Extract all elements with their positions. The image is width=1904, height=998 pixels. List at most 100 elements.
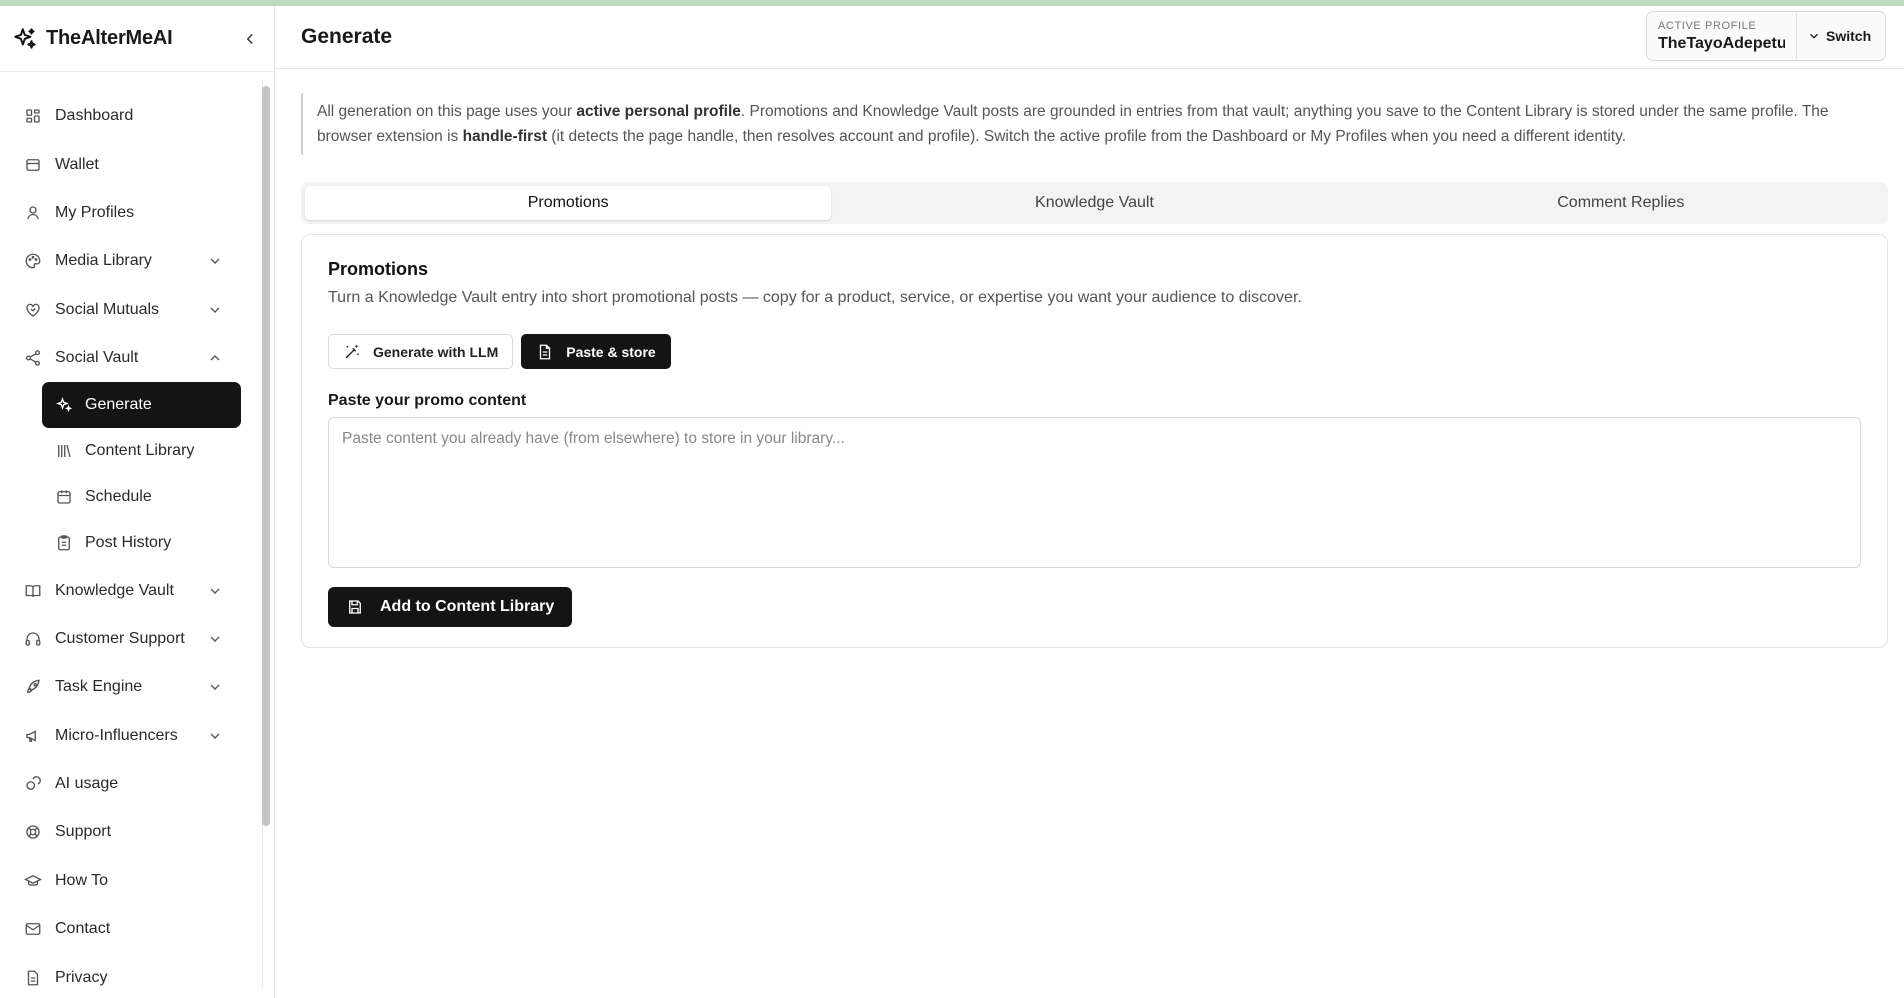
sidebar-item-label: Knowledge Vault bbox=[55, 581, 174, 599]
sparkles-logo-icon bbox=[12, 26, 38, 52]
sidebar-item-label: Privacy bbox=[55, 968, 108, 986]
mode-toggle: Generate with LLM Paste & store bbox=[328, 334, 1861, 369]
sidebar-item-customer-support[interactable]: Customer Support bbox=[0, 615, 245, 663]
sidebar-item-social-mutuals[interactable]: Social Mutuals bbox=[0, 286, 245, 334]
collapse-sidebar-button[interactable] bbox=[238, 27, 262, 51]
scrollbar-thumb[interactable] bbox=[262, 86, 270, 826]
active-profile-info: ACTIVE PROFILE TheTayoAdepetu bbox=[1647, 12, 1797, 60]
generate-with-llm-button[interactable]: Generate with LLM bbox=[328, 334, 514, 369]
mode-label: Generate with LLM bbox=[373, 343, 499, 360]
sidebar-item-label: AI usage bbox=[55, 775, 119, 793]
share-icon bbox=[22, 347, 44, 369]
megaphone-icon bbox=[22, 725, 44, 747]
file-icon bbox=[22, 967, 44, 989]
chevron-down-icon bbox=[207, 253, 223, 269]
clipboard-icon bbox=[54, 533, 74, 553]
sidebar-item-media-library[interactable]: Media Library bbox=[0, 237, 245, 285]
sidebar-item-label: Social Mutuals bbox=[55, 300, 160, 318]
sidebar-item-micro-influencers[interactable]: Micro-Influencers bbox=[0, 712, 245, 760]
sidebar-item-support[interactable]: Support bbox=[0, 808, 245, 856]
chevron-left-icon bbox=[246, 33, 253, 44]
sidebar-item-contact[interactable]: Contact bbox=[0, 905, 245, 953]
tab-promotions[interactable]: Promotions bbox=[305, 186, 832, 220]
chevron-down-icon bbox=[207, 302, 223, 318]
add-button-label: Add to Content Library bbox=[380, 598, 555, 615]
sidebar-subitem-schedule[interactable]: Schedule bbox=[42, 474, 241, 520]
sidebar-item-label: Contact bbox=[55, 920, 111, 938]
sidebar-item-label: Media Library bbox=[55, 252, 152, 270]
sidebar-subitem-content-library[interactable]: Content Library bbox=[42, 428, 241, 474]
sidebar-item-label: How To bbox=[55, 871, 109, 889]
sidebar-item-how-to[interactable]: How To bbox=[0, 857, 245, 905]
sidebar-item-social-vault[interactable]: Social Vault bbox=[0, 334, 245, 382]
generate-tabs: Promotions Knowledge Vault Comment Repli… bbox=[301, 182, 1888, 224]
headset-icon bbox=[22, 628, 44, 650]
grid-icon bbox=[22, 105, 44, 127]
chevron-down-icon bbox=[207, 631, 223, 647]
sparkles-icon bbox=[54, 395, 74, 415]
graduation-cap-icon bbox=[22, 870, 44, 892]
sidebar-item-ai-usage[interactable]: AI usage bbox=[0, 760, 245, 808]
mode-label: Paste & store bbox=[566, 343, 656, 360]
sidebar-item-label: Social Vault bbox=[55, 349, 139, 367]
wallet-icon bbox=[22, 154, 44, 176]
sidebar-subitem-post-history[interactable]: Post History bbox=[42, 520, 241, 566]
sidebar-item-label: Post History bbox=[85, 534, 172, 552]
chevron-up-icon bbox=[207, 350, 223, 366]
sidebar-item-label: Schedule bbox=[85, 488, 152, 506]
notice-text-3: (it detects the page handle, then resolv… bbox=[547, 128, 1626, 145]
sidebar-item-label: Dashboard bbox=[55, 107, 134, 125]
sidebar-item-label: Wallet bbox=[55, 155, 99, 173]
page-header: Generate ACTIVE PROFILE TheTayoAdepetu S… bbox=[275, 6, 1904, 69]
sidebar-item-my-profiles[interactable]: My Profiles bbox=[0, 189, 245, 237]
notice-bold-active-profile: active personal profile bbox=[576, 103, 741, 120]
user-icon bbox=[22, 202, 44, 224]
promo-content-textarea[interactable] bbox=[328, 417, 1861, 568]
chevron-down-icon bbox=[1807, 29, 1821, 43]
card-title: Promotions bbox=[328, 259, 429, 279]
chevron-down-icon bbox=[207, 679, 223, 695]
sidebar-item-knowledge-vault[interactable]: Knowledge Vault bbox=[0, 566, 245, 614]
mail-icon bbox=[22, 918, 44, 940]
sidebar: TheAlterMeAI Dashboard Wallet My Profile… bbox=[0, 6, 275, 998]
calendar-icon bbox=[54, 487, 74, 507]
main-content: All generation on this page uses your ac… bbox=[301, 93, 1888, 648]
active-profile-label: ACTIVE PROFILE bbox=[1658, 19, 1757, 32]
switch-profile-button[interactable]: Switch bbox=[1797, 28, 1881, 44]
sidebar-item-wallet[interactable]: Wallet bbox=[0, 140, 245, 188]
brand-header: TheAlterMeAI bbox=[0, 6, 274, 72]
promotions-card: Promotions Turn a Knowledge Vault entry … bbox=[301, 234, 1888, 648]
page-title: Generate bbox=[301, 25, 393, 48]
paste-and-store-button[interactable]: Paste & store bbox=[521, 334, 671, 369]
sidebar-nav: Dashboard Wallet My Profiles Media Libra… bbox=[0, 72, 274, 998]
sidebar-item-label: Task Engine bbox=[55, 678, 143, 696]
sidebar-subitem-generate[interactable]: Generate bbox=[42, 382, 241, 429]
add-to-content-library-button[interactable]: Add to Content Library bbox=[328, 587, 573, 627]
promo-content-label: Paste your promo content bbox=[328, 392, 527, 409]
sidebar-item-label: Micro-Influencers bbox=[55, 726, 178, 744]
info-notice: All generation on this page uses your ac… bbox=[301, 93, 1886, 155]
library-icon bbox=[54, 441, 74, 461]
sidebar-item-task-engine[interactable]: Task Engine bbox=[0, 663, 245, 711]
sidebar-item-privacy[interactable]: Privacy bbox=[0, 953, 245, 998]
book-icon bbox=[22, 580, 44, 602]
document-icon bbox=[536, 343, 554, 361]
card-description: Turn a Knowledge Vault entry into short … bbox=[328, 289, 1302, 306]
rocket-icon bbox=[22, 676, 44, 698]
notice-text-1: All generation on this page uses your bbox=[317, 103, 577, 120]
lifebuoy-icon bbox=[22, 821, 44, 843]
sidebar-item-dashboard[interactable]: Dashboard bbox=[0, 92, 245, 140]
switch-label: Switch bbox=[1826, 28, 1872, 44]
chevron-down-icon bbox=[207, 728, 223, 744]
sidebar-item-label: Support bbox=[55, 823, 112, 841]
active-profile-switcher: ACTIVE PROFILE TheTayoAdepetu Switch bbox=[1646, 11, 1886, 61]
sidebar-item-label: My Profiles bbox=[55, 203, 135, 221]
tab-knowledge-vault[interactable]: Knowledge Vault bbox=[831, 186, 1357, 220]
app-name: TheAlterMeAI bbox=[46, 27, 173, 49]
sidebar-item-label: Customer Support bbox=[55, 629, 185, 647]
tab-comment-replies[interactable]: Comment Replies bbox=[1358, 186, 1884, 220]
sidebar-item-label: Generate bbox=[85, 396, 152, 414]
chevron-down-icon bbox=[207, 583, 223, 599]
heart-handshake-icon bbox=[22, 299, 44, 321]
sidebar-item-label: Content Library bbox=[85, 442, 195, 460]
